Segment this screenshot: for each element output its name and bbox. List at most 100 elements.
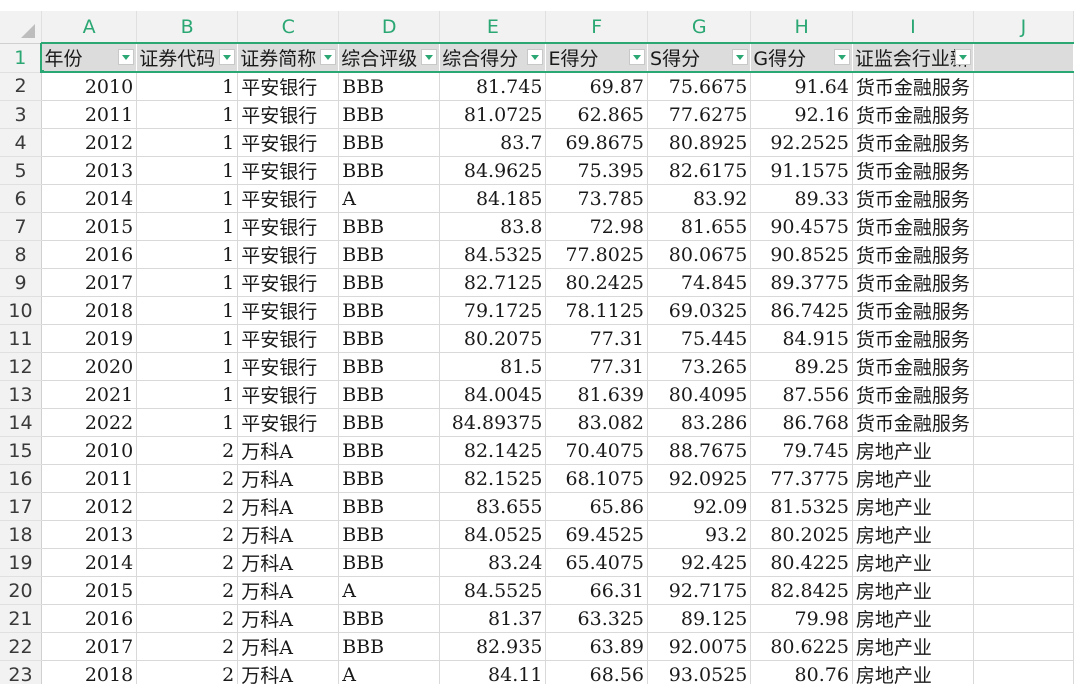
- header-cell-year[interactable]: 年份: [40, 42, 138, 73]
- cell-year[interactable]: 2010: [41, 436, 138, 465]
- cell-g-score[interactable]: 89.33: [750, 184, 853, 213]
- cell-code[interactable]: 2: [136, 520, 239, 549]
- cell-industry[interactable]: 房地产业: [852, 464, 974, 493]
- cell-rating[interactable]: BBB: [338, 520, 441, 549]
- row-header[interactable]: 20: [0, 576, 42, 605]
- header-cell-rating[interactable]: 综合评级: [338, 42, 441, 73]
- cell-year[interactable]: 2018: [41, 296, 138, 325]
- cell-name[interactable]: 万科A: [237, 576, 340, 605]
- cell-rating[interactable]: BBB: [338, 100, 441, 129]
- cell-rating[interactable]: BBB: [338, 352, 441, 381]
- cell-g-score[interactable]: 89.3775: [750, 268, 853, 297]
- header-cell-score[interactable]: 综合得分: [439, 42, 547, 73]
- cell-industry[interactable]: 房地产业: [852, 436, 974, 465]
- cell-score[interactable]: 84.5325: [439, 240, 547, 269]
- column-header-i[interactable]: I: [852, 11, 974, 44]
- row-header[interactable]: 18: [0, 520, 42, 549]
- cell-e-score[interactable]: 63.325: [545, 604, 649, 633]
- cell-e-score[interactable]: 77.8025: [545, 240, 649, 269]
- cell-year[interactable]: 2011: [41, 464, 138, 493]
- cell-score[interactable]: 84.11: [439, 660, 547, 684]
- cell-g-score[interactable]: 80.2025: [750, 520, 853, 549]
- header-cell-industry[interactable]: 证监会行业新: [852, 42, 974, 73]
- cell-g-score[interactable]: 82.8425: [750, 576, 853, 605]
- cell-name[interactable]: 万科A: [237, 436, 340, 465]
- cell-year[interactable]: 2019: [41, 324, 138, 353]
- cell-e-score[interactable]: 65.4075: [545, 548, 649, 577]
- row-header[interactable]: 19: [0, 548, 42, 577]
- cell-year[interactable]: 2014: [41, 184, 138, 213]
- cell-s-score[interactable]: 80.8925: [647, 128, 752, 157]
- cell-industry[interactable]: 货币金融服务: [852, 212, 974, 241]
- cell-name[interactable]: 万科A: [237, 548, 340, 577]
- header-cell-name[interactable]: 证券简称: [237, 42, 340, 73]
- column-header-f[interactable]: F: [545, 11, 649, 44]
- cell-score[interactable]: 81.0725: [439, 100, 547, 129]
- cell-e-score[interactable]: 70.4075: [545, 436, 649, 465]
- cell-rating[interactable]: A: [338, 576, 441, 605]
- cell-rating[interactable]: BBB: [338, 464, 441, 493]
- cell-rating[interactable]: BBB: [338, 296, 441, 325]
- cell-e-score[interactable]: 68.1075: [545, 464, 649, 493]
- cell-g-score[interactable]: 89.25: [750, 352, 853, 381]
- column-header-j[interactable]: J: [973, 11, 1074, 44]
- filter-dropdown-icon[interactable]: [118, 49, 135, 65]
- cell-code[interactable]: 2: [136, 548, 239, 577]
- cell-s-score[interactable]: 88.7675: [647, 436, 752, 465]
- cell-code[interactable]: 2: [136, 492, 239, 521]
- cell-name[interactable]: 平安银行: [237, 324, 340, 353]
- cell-j[interactable]: [973, 324, 1074, 353]
- cell-rating[interactable]: BBB: [338, 324, 441, 353]
- cell-s-score[interactable]: 80.4095: [647, 380, 752, 409]
- cell-score[interactable]: 81.37: [439, 604, 547, 633]
- cell-year[interactable]: 2011: [41, 100, 138, 129]
- cell-score[interactable]: 79.1725: [439, 296, 547, 325]
- cell-j[interactable]: [973, 268, 1074, 297]
- cell-s-score[interactable]: 74.845: [647, 268, 752, 297]
- cell-year[interactable]: 2014: [41, 548, 138, 577]
- cell-name[interactable]: 万科A: [237, 604, 340, 633]
- cell-code[interactable]: 1: [136, 212, 239, 241]
- header-cell-j[interactable]: [973, 42, 1074, 73]
- cell-code[interactable]: 1: [136, 156, 239, 185]
- cell-e-score[interactable]: 69.4525: [545, 520, 649, 549]
- cell-score[interactable]: 83.655: [439, 492, 547, 521]
- cell-code[interactable]: 2: [136, 632, 239, 661]
- row-header[interactable]: 3: [0, 100, 42, 129]
- cell-industry[interactable]: 货币金融服务: [852, 240, 974, 269]
- cell-code[interactable]: 1: [136, 184, 239, 213]
- cell-score[interactable]: 84.5525: [439, 576, 547, 605]
- cell-code[interactable]: 1: [136, 324, 239, 353]
- cell-rating[interactable]: BBB: [338, 436, 441, 465]
- cell-name[interactable]: 平安银行: [237, 296, 340, 325]
- cell-year[interactable]: 2017: [41, 268, 138, 297]
- cell-rating[interactable]: BBB: [338, 548, 441, 577]
- cell-industry[interactable]: 货币金融服务: [852, 156, 974, 185]
- cell-e-score[interactable]: 73.785: [545, 184, 649, 213]
- row-header[interactable]: 23: [0, 660, 42, 684]
- row-header[interactable]: 4: [0, 128, 42, 157]
- cell-rating[interactable]: BBB: [338, 492, 441, 521]
- cell-j[interactable]: [973, 352, 1074, 381]
- cell-code[interactable]: 2: [136, 660, 239, 684]
- cell-score[interactable]: 83.24: [439, 548, 547, 577]
- cell-s-score[interactable]: 75.6675: [647, 72, 752, 101]
- cell-g-score[interactable]: 86.768: [750, 408, 853, 437]
- cell-j[interactable]: [973, 184, 1074, 213]
- row-header[interactable]: 16: [0, 464, 42, 493]
- cell-g-score[interactable]: 80.76: [750, 660, 853, 684]
- row-header[interactable]: 6: [0, 184, 42, 213]
- cell-name[interactable]: 平安银行: [237, 100, 340, 129]
- cell-rating[interactable]: BBB: [338, 268, 441, 297]
- cell-industry[interactable]: 房地产业: [852, 576, 974, 605]
- cell-year[interactable]: 2010: [41, 72, 138, 101]
- cell-industry[interactable]: 房地产业: [852, 492, 974, 521]
- cell-g-score[interactable]: 86.7425: [750, 296, 853, 325]
- cell-g-score[interactable]: 80.4225: [750, 548, 853, 577]
- cell-j[interactable]: [973, 576, 1074, 605]
- cell-name[interactable]: 平安银行: [237, 128, 340, 157]
- cell-code[interactable]: 1: [136, 296, 239, 325]
- cell-rating[interactable]: BBB: [338, 380, 441, 409]
- cell-industry[interactable]: 房地产业: [852, 520, 974, 549]
- cell-e-score[interactable]: 63.89: [545, 632, 649, 661]
